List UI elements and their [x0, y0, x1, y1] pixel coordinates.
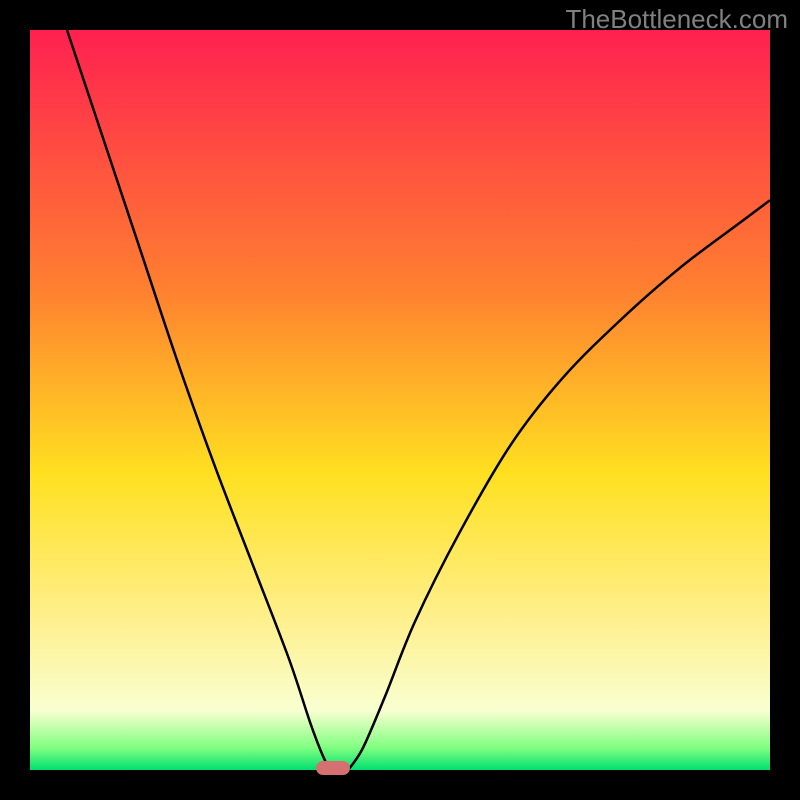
bottleneck-marker: [316, 761, 350, 775]
watermark-text: TheBottleneck.com: [565, 4, 788, 35]
left-curve: [67, 30, 333, 770]
curve-overlay: [30, 30, 770, 770]
plot-area: [30, 30, 770, 770]
right-curve: [348, 200, 770, 770]
